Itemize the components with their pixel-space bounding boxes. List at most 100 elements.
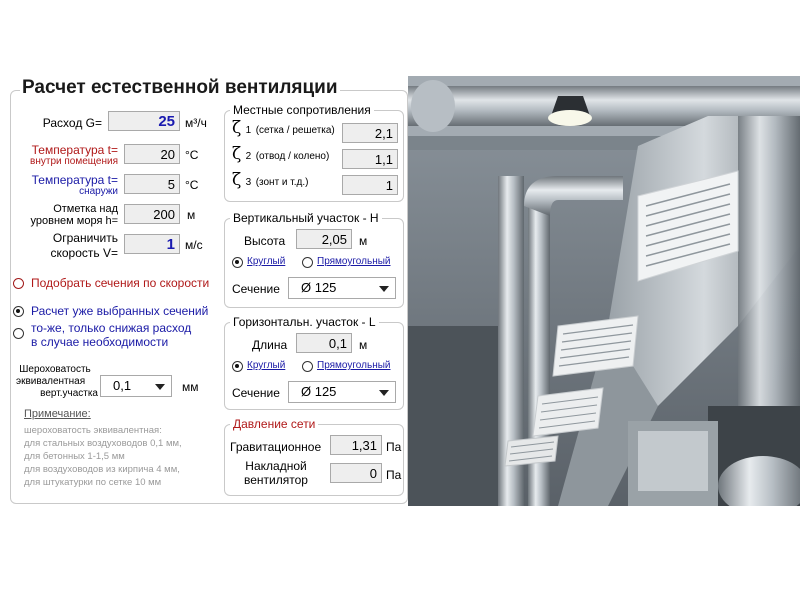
temp-in-label-line2: внутри помещения <box>30 156 118 167</box>
fan-label-line2: вентилятор <box>244 473 308 487</box>
flow-input[interactable]: 25 <box>108 111 180 131</box>
vertical-section-value: Ø 125 <box>301 280 337 295</box>
mode-select-by-speed-radio[interactable] <box>13 278 24 289</box>
horizontal-section-legend: Горизонтальн. участок - L <box>230 315 379 329</box>
flow-unit: м³/ч <box>185 116 207 130</box>
note-block: Примечание: шероховатость эквивалентная:… <box>24 408 182 489</box>
temp-out-unit: °C <box>185 178 199 192</box>
altitude-input[interactable]: 200 <box>124 204 180 224</box>
vertical-rect-radio[interactable] <box>302 257 313 268</box>
height-input[interactable]: 2,05 <box>296 229 352 249</box>
horizontal-section-value: Ø 125 <box>301 384 337 399</box>
speed-label-line2: скорость V= <box>50 246 119 260</box>
altitude-label: Отметка над уровнем моря h= <box>14 203 119 227</box>
mode-select-by-speed-label[interactable]: Подобрать сечения по скорости <box>31 276 209 290</box>
horizontal-section-select[interactable]: Ø 125 <box>288 381 396 403</box>
speed-label-line1: Ограничить <box>52 231 118 245</box>
zeta-3-label: ζ 3 (зонт и т.д.) <box>232 170 309 190</box>
altitude-unit: м <box>187 208 196 222</box>
zeta-symbol: ζ <box>232 118 242 138</box>
zeta-desc: (отвод / колено) <box>255 151 330 162</box>
horizontal-rect-label[interactable]: Прямоугольный <box>317 360 391 371</box>
vertical-section-label: Сечение <box>232 282 280 296</box>
note-heading: Примечание: <box>24 408 91 420</box>
altitude-label-line1: Отметка над <box>53 203 118 215</box>
flow-label: Расход G= <box>42 116 102 130</box>
roughness-label-line3: верт.участка <box>40 388 98 399</box>
calculator-title: Расчет естественной вентиляции <box>20 77 340 99</box>
note-line: для бетонных 1-1,5 мм <box>24 451 125 462</box>
mode-reduce-flow-line2: в случае необходимости <box>31 335 169 349</box>
zeta-2-label: ζ 2 (отвод / колено) <box>232 144 329 164</box>
mode-reduce-flow-label[interactable]: то-же, только снижая расход в случае нео… <box>31 321 191 349</box>
gravitational-unit: Па <box>386 440 402 454</box>
chevron-down-icon <box>379 286 389 292</box>
vertical-round-label[interactable]: Круглый <box>247 256 285 267</box>
fan-label: Накладной вентилятор <box>236 459 316 487</box>
note-line: для штукатурки по сетке 10 мм <box>24 477 162 488</box>
length-unit: м <box>359 338 368 352</box>
horizontal-rect-radio[interactable] <box>302 361 313 372</box>
speed-input[interactable]: 1 <box>124 234 180 254</box>
horizontal-round-label[interactable]: Круглый <box>247 360 285 371</box>
zeta-3-input[interactable]: 1 <box>342 175 398 195</box>
zeta-1-label: ζ 1 (сетка / решетка) <box>232 118 335 138</box>
fan-unit: Па <box>386 468 402 482</box>
horizontal-round-radio[interactable] <box>232 361 243 372</box>
roughness-unit: мм <box>182 380 199 394</box>
roughness-label: Шероховатость эквивалентная верт.участка <box>12 364 98 400</box>
roughness-label-line2: эквивалентная <box>16 376 86 387</box>
temp-out-input[interactable]: 5 <box>124 174 180 194</box>
vertical-section-select[interactable]: Ø 125 <box>288 277 396 299</box>
fan-input[interactable]: 0 <box>330 463 382 483</box>
temp-in-label: Температура t= внутри помещения <box>14 144 118 168</box>
mode-selected-sections-label[interactable]: Расчет уже выбранных сечений <box>31 304 208 318</box>
horizontal-section-label: Сечение <box>232 386 280 400</box>
ducts-illustration <box>408 76 800 506</box>
zeta-desc: (зонт и т.д.) <box>255 177 309 188</box>
note-line: шероховатость эквивалентная: <box>24 425 162 436</box>
mode-selected-sections-radio[interactable] <box>13 306 24 317</box>
zeta-1-input[interactable]: 2,1 <box>342 123 398 143</box>
pressure-legend: Давление сети <box>230 417 319 431</box>
ventilation-calculator-panel: Расчет естественной вентиляции Расход G=… <box>4 76 408 506</box>
zeta-subscript: 1 <box>245 125 252 136</box>
chevron-down-icon <box>155 384 165 390</box>
zeta-symbol: ζ <box>232 170 242 190</box>
roughness-label-line1: Шероховатость <box>19 364 91 375</box>
mode-reduce-flow-radio[interactable] <box>13 328 24 339</box>
speed-unit: м/с <box>185 238 203 252</box>
altitude-label-line2: уровнем моря h= <box>30 215 119 227</box>
vertical-rect-label[interactable]: Прямоугольный <box>317 256 391 267</box>
vent-grille <box>532 387 604 437</box>
vertical-section-legend: Вертикальный участок - H <box>230 211 382 225</box>
length-input[interactable]: 0,1 <box>296 333 352 353</box>
temp-in-input[interactable]: 20 <box>124 144 180 164</box>
roughness-select[interactable]: 0,1 <box>100 375 172 397</box>
temp-out-label: Температура t= снаружи <box>14 174 118 198</box>
vent-grille <box>504 435 559 467</box>
temp-out-label-line1: Температура t= <box>31 173 118 187</box>
note-line: для воздуховодов из кирпича 4 мм, <box>24 464 180 475</box>
mode-reduce-flow-line1: то-же, только снижая расход <box>31 321 192 335</box>
zeta-2-input[interactable]: 1,1 <box>342 149 398 169</box>
chevron-down-icon <box>379 390 389 396</box>
vertical-round-radio[interactable] <box>232 257 243 268</box>
gravitational-label: Гравитационное <box>230 440 322 454</box>
zeta-subscript: 2 <box>245 151 252 162</box>
zeta-subscript: 3 <box>245 177 252 188</box>
ventilation-ducts-photo <box>408 76 800 506</box>
temp-in-unit: °C <box>185 148 199 162</box>
height-label: Высота <box>244 234 286 248</box>
zeta-desc: (сетка / решетка) <box>255 125 335 136</box>
temp-in-label-line1: Температура t= <box>31 143 118 157</box>
zeta-symbol: ζ <box>232 144 242 164</box>
roughness-select-value: 0,1 <box>113 378 132 393</box>
fan-label-line1: Накладной <box>245 459 307 473</box>
gravitational-input[interactable]: 1,31 <box>330 435 382 455</box>
local-resistances-legend: Местные сопротивления <box>230 103 374 117</box>
length-label: Длина <box>252 338 288 352</box>
vent-grille <box>552 315 639 377</box>
temp-out-label-line2: снаружи <box>79 186 118 197</box>
height-unit: м <box>359 234 368 248</box>
